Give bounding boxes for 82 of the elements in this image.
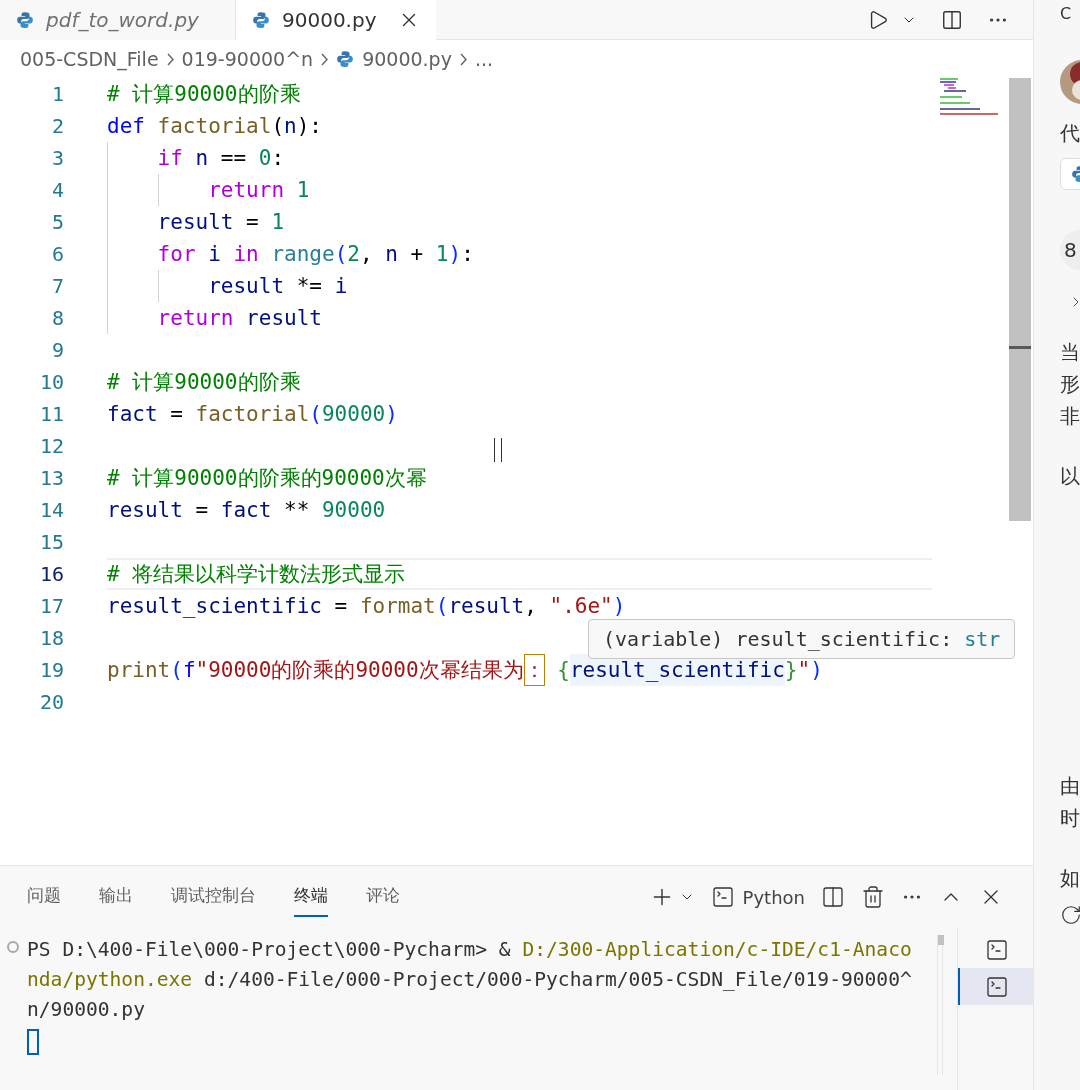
line-number: 12 — [38, 433, 64, 460]
terminal-cursor — [27, 1029, 39, 1055]
code-line: for i in range(2, n + 1): — [107, 238, 474, 270]
terminal-icon — [984, 974, 1009, 999]
code-line: result *= i — [107, 270, 348, 302]
terminal-profile-button[interactable]: Python — [710, 883, 805, 911]
terminal-icon — [710, 885, 735, 909]
line-number: 20 — [38, 689, 64, 716]
editor-tab[interactable]: pdf_to_word.py — [0, 0, 236, 40]
panel-tab[interactable]: 输出 — [99, 877, 133, 917]
hover-tooltip: (variable) result_scientific: str — [588, 619, 1016, 659]
line-number: 17 — [38, 593, 64, 620]
line-number: 6 — [50, 241, 64, 268]
line-number: 16 — [38, 561, 64, 588]
code-line: return result — [107, 302, 322, 334]
line-number: 9 — [50, 337, 64, 364]
panel-tab[interactable]: 评论 — [366, 877, 400, 917]
chevron-right-icon — [166, 52, 174, 66]
side-panel-badge[interactable]: 8 — [1060, 230, 1080, 270]
python-icon — [16, 11, 34, 29]
scrollbar-thumb[interactable] — [938, 935, 944, 945]
code-line: # 将结果以科学计数法形式显示 — [107, 558, 932, 590]
editor-tab[interactable]: 90000.py — [236, 0, 436, 40]
code-line: if n == 0: — [107, 142, 285, 174]
side-panel-text: 时 — [1060, 805, 1080, 832]
code-line: # 计算90000的阶乘 — [107, 81, 301, 108]
terminal-instance[interactable] — [958, 968, 1033, 1005]
line-number: 19 — [38, 657, 64, 684]
side-panel-text: 如 — [1060, 865, 1080, 892]
line-number: 10 — [38, 369, 64, 396]
chevron-right-icon — [459, 52, 467, 66]
line-number: 4 — [50, 177, 64, 204]
breadcrumb[interactable]: 019-90000^n — [181, 44, 314, 74]
line-number: 8 — [50, 305, 64, 332]
terminal-line: n/90000.py — [27, 997, 146, 1023]
line-number: 3 — [50, 145, 64, 172]
python-file-icon — [336, 50, 355, 68]
line-number: 7 — [50, 273, 64, 300]
python-icon — [252, 11, 270, 29]
terminal-icon — [984, 937, 1009, 962]
minimap-drawing — [940, 78, 1000, 116]
side-panel-text: 非 — [1060, 403, 1080, 430]
side-panel-text: 形 — [1060, 371, 1080, 398]
side-panel-text: 以 — [1060, 463, 1080, 490]
text-cursor-icon — [494, 438, 502, 462]
tab-label: 90000.py — [282, 7, 377, 34]
line-number: 18 — [38, 625, 64, 652]
line-number: 11 — [38, 401, 64, 428]
line-number: 14 — [38, 497, 64, 524]
refresh-icon[interactable] — [1060, 904, 1080, 926]
line-number: 13 — [38, 465, 64, 492]
line-number: 1 — [50, 81, 64, 108]
split-terminal-icon[interactable] — [821, 885, 845, 909]
side-panel-title: 代 — [1060, 120, 1080, 146]
code-line: result = 1 — [107, 206, 285, 238]
side-panel-text: 由 — [1060, 773, 1080, 800]
tab-label: pdf_to_word.py — [46, 7, 199, 34]
trash-icon[interactable] — [861, 885, 885, 909]
terminal-line: PS D:\400-File\000-Project\000-Pycharm> & D:/300-Application/c-IDE/c1-Anaco — [27, 937, 913, 963]
side-panel-heading: C — [1060, 3, 1073, 25]
breadcrumb[interactable]: 005-CSDN_File — [20, 44, 159, 74]
code-line: return 1 — [107, 174, 310, 206]
line-number: 2 — [50, 113, 64, 140]
side-panel-text: 当 — [1060, 339, 1080, 366]
code-line: result_scientific = format(result, ".6e") — [107, 593, 626, 620]
panel-tab[interactable]: 问题 — [27, 877, 61, 917]
line-number: 15 — [38, 529, 64, 556]
scrollbar-thumb[interactable] — [1009, 78, 1031, 521]
code-line: # 计算90000的阶乘 — [107, 369, 301, 396]
panel-tab[interactable]: 终端 — [294, 877, 328, 917]
side-panel-chip[interactable] — [1060, 158, 1080, 190]
breadcrumb[interactable]: ... — [474, 44, 494, 74]
terminal-line: nda/python.exe d:/400-File/000-Project/000-Pycharm/005-CSDN_File/019-90000^ — [27, 967, 913, 993]
code-line: fact = factorial(90000) — [107, 401, 398, 428]
panel-tab[interactable]: 调试控制台 — [171, 877, 256, 917]
line-number: 5 — [50, 209, 64, 236]
code-line: result = fact ** 90000 — [107, 497, 386, 524]
split-editor-icon[interactable] — [941, 8, 963, 31]
breadcrumb[interactable]: 90000.py — [362, 44, 452, 74]
code-line: def factorial(n): — [107, 113, 322, 140]
chevron-right-icon — [321, 52, 329, 66]
code-line: # 计算90000的阶乘的90000次幂 — [107, 465, 427, 492]
